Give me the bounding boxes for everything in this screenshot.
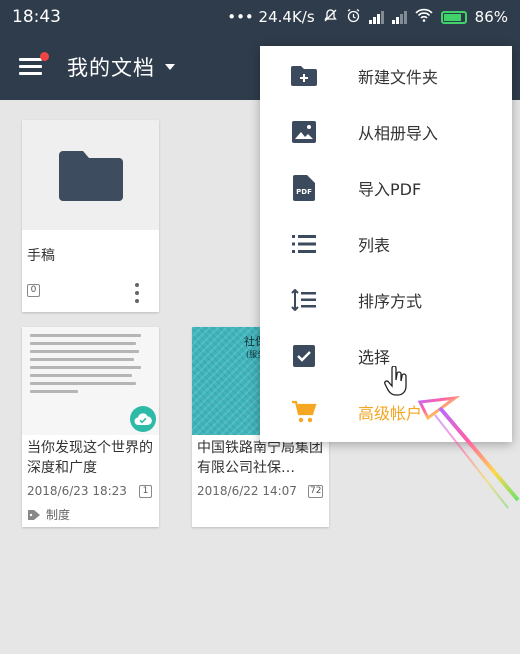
menu-item-import-pdf[interactable]: PDF 导入PDF [260,160,512,216]
document-tag: 制度 [27,506,70,523]
new-folder-icon [290,62,318,90]
menu-item-list[interactable]: 列表 [260,216,512,272]
caret-down-icon[interactable] [165,64,175,70]
status-icons: ••• 24.4K/s 86% [227,8,508,27]
document-title: 当你发现这个世界的深度和广度 [27,440,153,476]
page-count-badge: 0 [27,284,40,297]
menu-item-sort[interactable]: 排序方式 [260,272,512,328]
image-icon [290,118,318,146]
folder-title: 手稿 [27,248,55,264]
menu-item-import-album[interactable]: 从相册导入 [260,104,512,160]
hand-cursor-icon [384,366,407,396]
folder-icon [58,151,123,201]
hamburger-icon[interactable] [19,52,49,77]
battery-icon [440,10,467,24]
status-time: 18:43 [12,7,61,27]
battery-percent: 86% [474,8,508,26]
sort-icon [290,286,318,314]
checkbox-icon [290,342,318,370]
folder-thumbnail [22,120,159,230]
signal-icon [368,10,384,24]
wifi-icon [415,8,433,26]
notification-dot [40,52,49,61]
svg-text:PDF: PDF [296,188,312,196]
tag-icon [28,509,40,520]
more-options-icon[interactable] [135,283,139,303]
cart-icon [290,398,318,426]
menu-item-label: 从相册导入 [358,124,439,143]
signal-icon [391,10,407,24]
document-thumbnail [22,327,159,435]
menu-item-label: 列表 [358,236,391,255]
cloud-synced-icon [130,406,156,432]
pdf-icon: PDF [290,174,318,202]
document-date: 2018/6/22 14:07 [197,484,297,498]
page-title[interactable]: 我的文档 [67,52,155,82]
menu-item-label: 排序方式 [358,292,423,311]
page-count-badge: 72 [308,485,324,498]
page-count-badge: 1 [139,485,152,498]
alarm-icon [346,8,361,27]
menu-item-label: 导入PDF [358,180,422,199]
document-date: 2018/6/23 18:23 [27,484,127,498]
mute-icon [323,8,338,27]
tag-label: 制度 [46,508,71,522]
menu-item-new-folder[interactable]: 新建文件夹 [260,48,512,104]
folder-card[interactable]: 手稿 0 [22,120,159,312]
status-bar: 18:43 ••• 24.4K/s 86% [0,0,520,34]
document-card[interactable]: 当你发现这个世界的深度和广度 2018/6/23 18:23 1 制度 [22,327,159,527]
list-icon [290,230,318,258]
network-speed: ••• 24.4K/s [227,8,315,26]
menu-item-label: 新建文件夹 [358,68,439,87]
